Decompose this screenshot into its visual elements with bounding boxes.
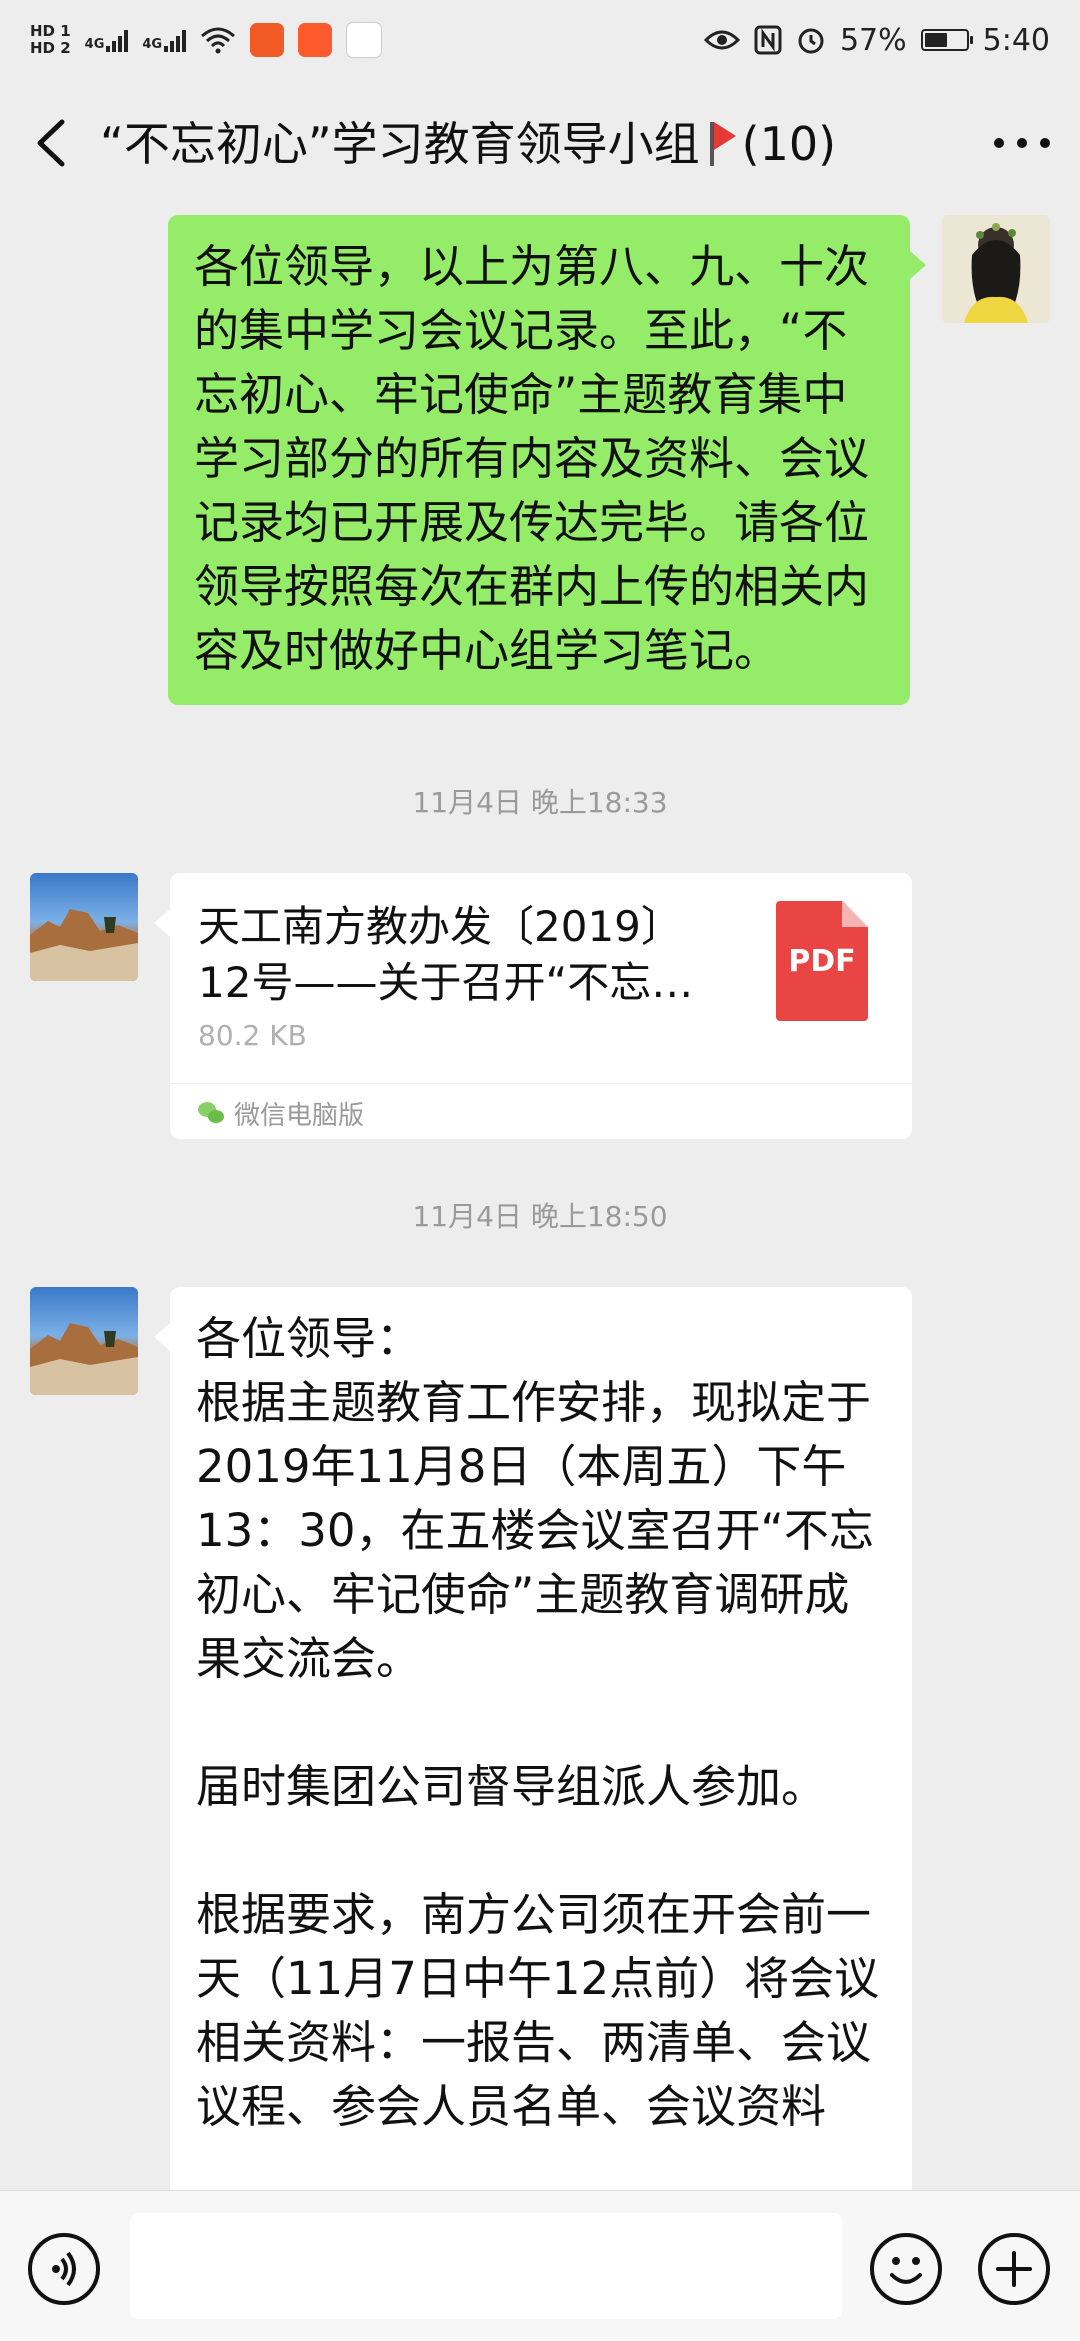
file-message-card[interactable]: 天工南方教办发〔2019〕 12号——关于召开“不忘… 80.2 KB PDF …: [154, 873, 912, 1139]
more-options-button[interactable]: [994, 128, 1050, 158]
voice-input-button[interactable]: [28, 2233, 100, 2305]
alarm-icon: [798, 28, 824, 54]
message-input[interactable]: [130, 2213, 842, 2319]
back-arrow-icon[interactable]: [28, 116, 78, 170]
signal-bars-icon: [164, 28, 187, 52]
app-notification-icon: [250, 23, 285, 57]
file-name: 天工南方教办发〔2019〕 12号——关于召开“不忘…: [198, 899, 718, 1011]
wifi-icon: [201, 27, 236, 54]
signal-2: 4G: [142, 28, 187, 52]
divider: [170, 1083, 912, 1084]
sender-avatar[interactable]: [30, 1287, 138, 1395]
smiley-icon: [890, 2257, 922, 2284]
chat-title: “不忘初心”学习教育领导小组 (10): [100, 108, 836, 174]
received-message-bubble[interactable]: 各位领导： 根据主题教育工作安排，现拟定于2019年11月8日（本周五）下午13…: [154, 1287, 912, 2190]
network-type-1: 4G: [84, 37, 105, 52]
message-timestamp: 11月4日 晚上18:33: [412, 786, 668, 819]
hd1-label: HD 1: [30, 22, 71, 40]
app-notification-icon: [346, 22, 383, 58]
my-avatar[interactable]: [942, 215, 1050, 323]
pdf-label: PDF: [788, 943, 856, 979]
file-size: 80.2 KB: [198, 1019, 307, 1052]
pdf-corner-fold: [842, 901, 868, 927]
status-left: HD 1 HD 2 4G 4G: [30, 22, 383, 58]
chat-header: “不忘初心”学习教育领导小组 (10): [0, 80, 1080, 205]
battery-icon: [920, 29, 973, 51]
shopping-app-icon: [298, 23, 333, 57]
message-paragraph: 届时集团公司督导组派人参加。: [196, 1760, 827, 1813]
battery-fill: [924, 33, 948, 47]
file-source-label: 微信电脑版: [234, 1100, 365, 1131]
my-message-text: 各位领导，以上为第八、九、十次的集中学习会议记录。至此，“不忘初心、牢记使命”主…: [194, 240, 870, 677]
plus-icon: [996, 2251, 1032, 2287]
sender-avatar[interactable]: [30, 873, 138, 981]
chat-title-text: “不忘初心”学习教育领导小组: [100, 117, 700, 171]
file-source: 微信电脑版: [198, 1091, 364, 1135]
status-bar: HD 1 HD 2 4G 4G 57% 5:40: [0, 0, 1080, 80]
message-greeting: 各位领导：: [196, 1312, 422, 1365]
my-message-bubble[interactable]: 各位领导，以上为第八、九、十次的集中学习会议记录。至此，“不忘初心、牢记使命”主…: [168, 215, 926, 705]
member-count: (10): [741, 117, 837, 171]
hd-indicator: HD 1 HD 2: [30, 23, 71, 57]
emoji-button[interactable]: [870, 2233, 942, 2305]
more-functions-button[interactable]: [978, 2233, 1050, 2305]
wechat-icon: [198, 1102, 224, 1124]
message-paragraph: 根据要求，南方公司须在开会前一天（11月7日中午12点前）将会议相关资料：一报告…: [196, 1888, 880, 2133]
chat-message-list[interactable]: 各位领导，以上为第八、九、十次的集中学习会议记录。至此，“不忘初心、牢记使命”主…: [0, 205, 1080, 2190]
hd2-label: HD 2: [30, 39, 71, 57]
voice-icon: [52, 2251, 76, 2287]
message-paragraph: 根据主题教育工作安排，现拟定于2019年11月8日（本周五）下午13：30，在五…: [196, 1376, 874, 1685]
clock: 5:40: [982, 22, 1050, 58]
red-flag-icon: [706, 118, 736, 166]
message-timestamp: 11月4日 晚上18:50: [412, 1200, 668, 1233]
signal-1: 4G: [85, 28, 129, 52]
file-name-line-1: 天工南方教办发〔2019〕: [198, 902, 683, 951]
battery-percent: 57%: [839, 22, 907, 58]
network-type-2: 4G: [142, 37, 163, 52]
status-right: 57% 5:40: [703, 22, 1050, 58]
nfc-icon: [754, 25, 782, 55]
input-bar: [0, 2190, 1080, 2341]
file-name-line-2: 12号——关于召开“不忘…: [198, 958, 694, 1007]
signal-bars-icon: [106, 28, 129, 52]
eye-icon: [703, 30, 740, 50]
